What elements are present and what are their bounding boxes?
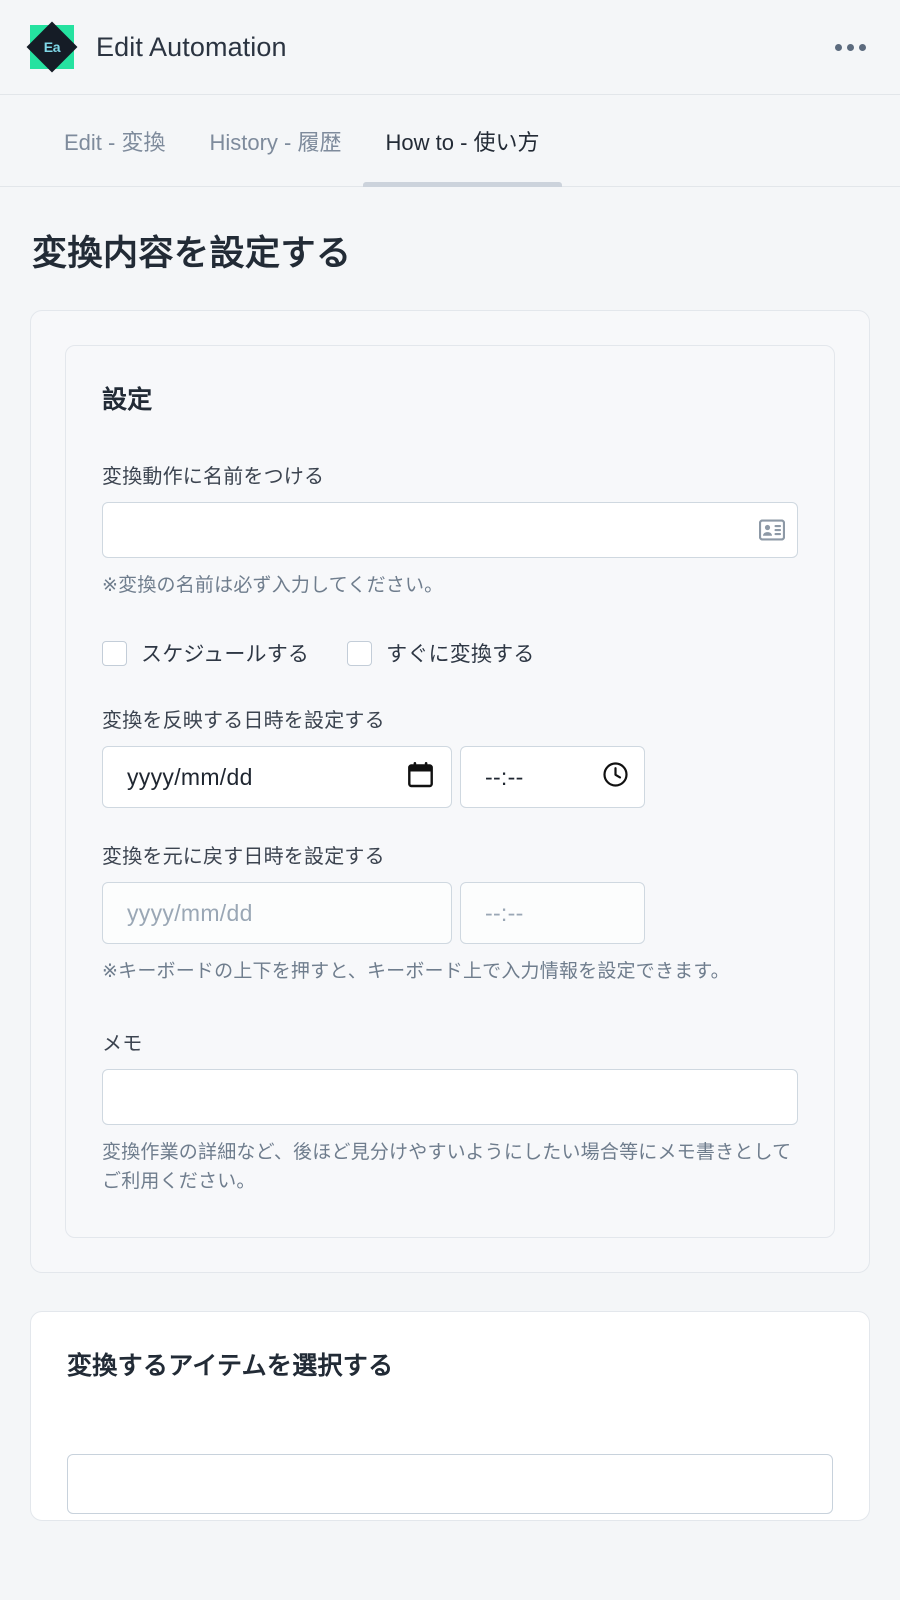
app-header: Ea Edit Automation — [0, 0, 900, 95]
apply-datetime-label: 変換を反映する日時を設定する — [102, 710, 385, 733]
logo-text: Ea — [43, 39, 61, 55]
items-partial-field-area — [31, 1453, 869, 1514]
page-title: 変換内容を設定する — [32, 234, 352, 273]
dot — [859, 43, 866, 51]
settings-outer-card: 設定 変換動作に名前をつける ※変換の名前は必ず入力してください。 スケジュール… — [30, 310, 870, 1273]
settings-heading: 設定 — [102, 386, 153, 414]
tab-how-to-label: How to - 使い方 — [385, 129, 540, 155]
revert-time-value: --:-- — [485, 899, 524, 926]
apply-date-value: yyyy/mm/dd — [127, 763, 253, 790]
name-field-helper: ※変換の名前は必ず入力してください。 — [102, 575, 444, 596]
revert-datetime-row: yyyy/mm/dd --:-- — [102, 882, 798, 945]
checkbox-schedule-box[interactable] — [102, 640, 127, 666]
keyboard-helper-text: ※キーボードの上下を押すと、キーボード上で入力情報を設定できます。 — [102, 961, 730, 983]
more-horizontal-icon[interactable] — [829, 34, 872, 61]
revert-time-input[interactable]: --:-- — [460, 882, 645, 945]
apply-time-input[interactable]: --:-- — [460, 746, 645, 809]
revert-date-input[interactable]: yyyy/mm/dd — [102, 882, 452, 945]
revert-date-value: yyyy/mm/dd — [127, 899, 253, 926]
tab-edit[interactable]: Edit - 変換 — [30, 95, 187, 186]
calendar-icon[interactable] — [408, 761, 433, 793]
checkbox-schedule-label: スケジュールする — [141, 643, 310, 667]
memo-label: メモ — [102, 1032, 143, 1055]
name-input-wrap — [102, 502, 798, 558]
app-title: Edit Automation — [96, 31, 287, 62]
dot — [847, 43, 854, 51]
tab-history[interactable]: History - 履歴 — [187, 95, 363, 186]
memo-block: メモ 変換作業の詳細など、後ほど見分けやすいようにしたい場合等にメモ書きとしてご… — [102, 1027, 798, 1197]
checkbox-row: スケジュールする すぐに変換する — [102, 638, 798, 668]
items-partial-input[interactable] — [67, 1453, 833, 1514]
name-input[interactable] — [102, 502, 798, 558]
items-card: 変換するアイテムを選択する — [30, 1310, 870, 1521]
checkbox-schedule[interactable]: スケジュールする — [102, 638, 309, 668]
name-field-label: 変換動作に名前をつける — [102, 466, 325, 488]
app-logo: Ea — [26, 21, 78, 73]
apply-datetime-row: yyyy/mm/dd --:-- — [102, 746, 798, 809]
settings-inner-card: 設定 変換動作に名前をつける ※変換の名前は必ず入力してください。 スケジュール… — [65, 345, 835, 1238]
clock-icon[interactable] — [603, 762, 628, 792]
apply-date-input[interactable]: yyyy/mm/dd — [102, 746, 452, 809]
checkbox-convert-now-box[interactable] — [347, 640, 373, 666]
revert-datetime-label: 変換を元に戻す日時を設定する — [102, 846, 385, 869]
dot — [835, 43, 842, 51]
memo-input[interactable] — [102, 1068, 798, 1125]
memo-helper-text: 変換作業の詳細など、後ほど見分けやすいようにしたい場合等にメモ書きとしてご利用く… — [102, 1141, 792, 1193]
apply-time-value: --:-- — [485, 763, 524, 790]
checkbox-convert-now-label: すぐに変換する — [386, 643, 535, 667]
tab-bar: Edit - 変換 History - 履歴 How to - 使い方 — [0, 95, 900, 187]
tab-how-to[interactable]: How to - 使い方 — [363, 95, 562, 187]
tab-edit-label: Edit - 変換 — [64, 129, 166, 155]
tab-history-label: History - 履歴 — [209, 129, 342, 155]
memo-input-wrap — [102, 1068, 798, 1125]
items-card-heading: 変換するアイテムを選択する — [67, 1351, 394, 1380]
page-body: 変換内容を設定する 設定 変換動作に名前をつける ※変換の名前は必ず入力してくだ… — [0, 225, 900, 1521]
checkbox-convert-now[interactable]: すぐに変換する — [347, 638, 534, 668]
